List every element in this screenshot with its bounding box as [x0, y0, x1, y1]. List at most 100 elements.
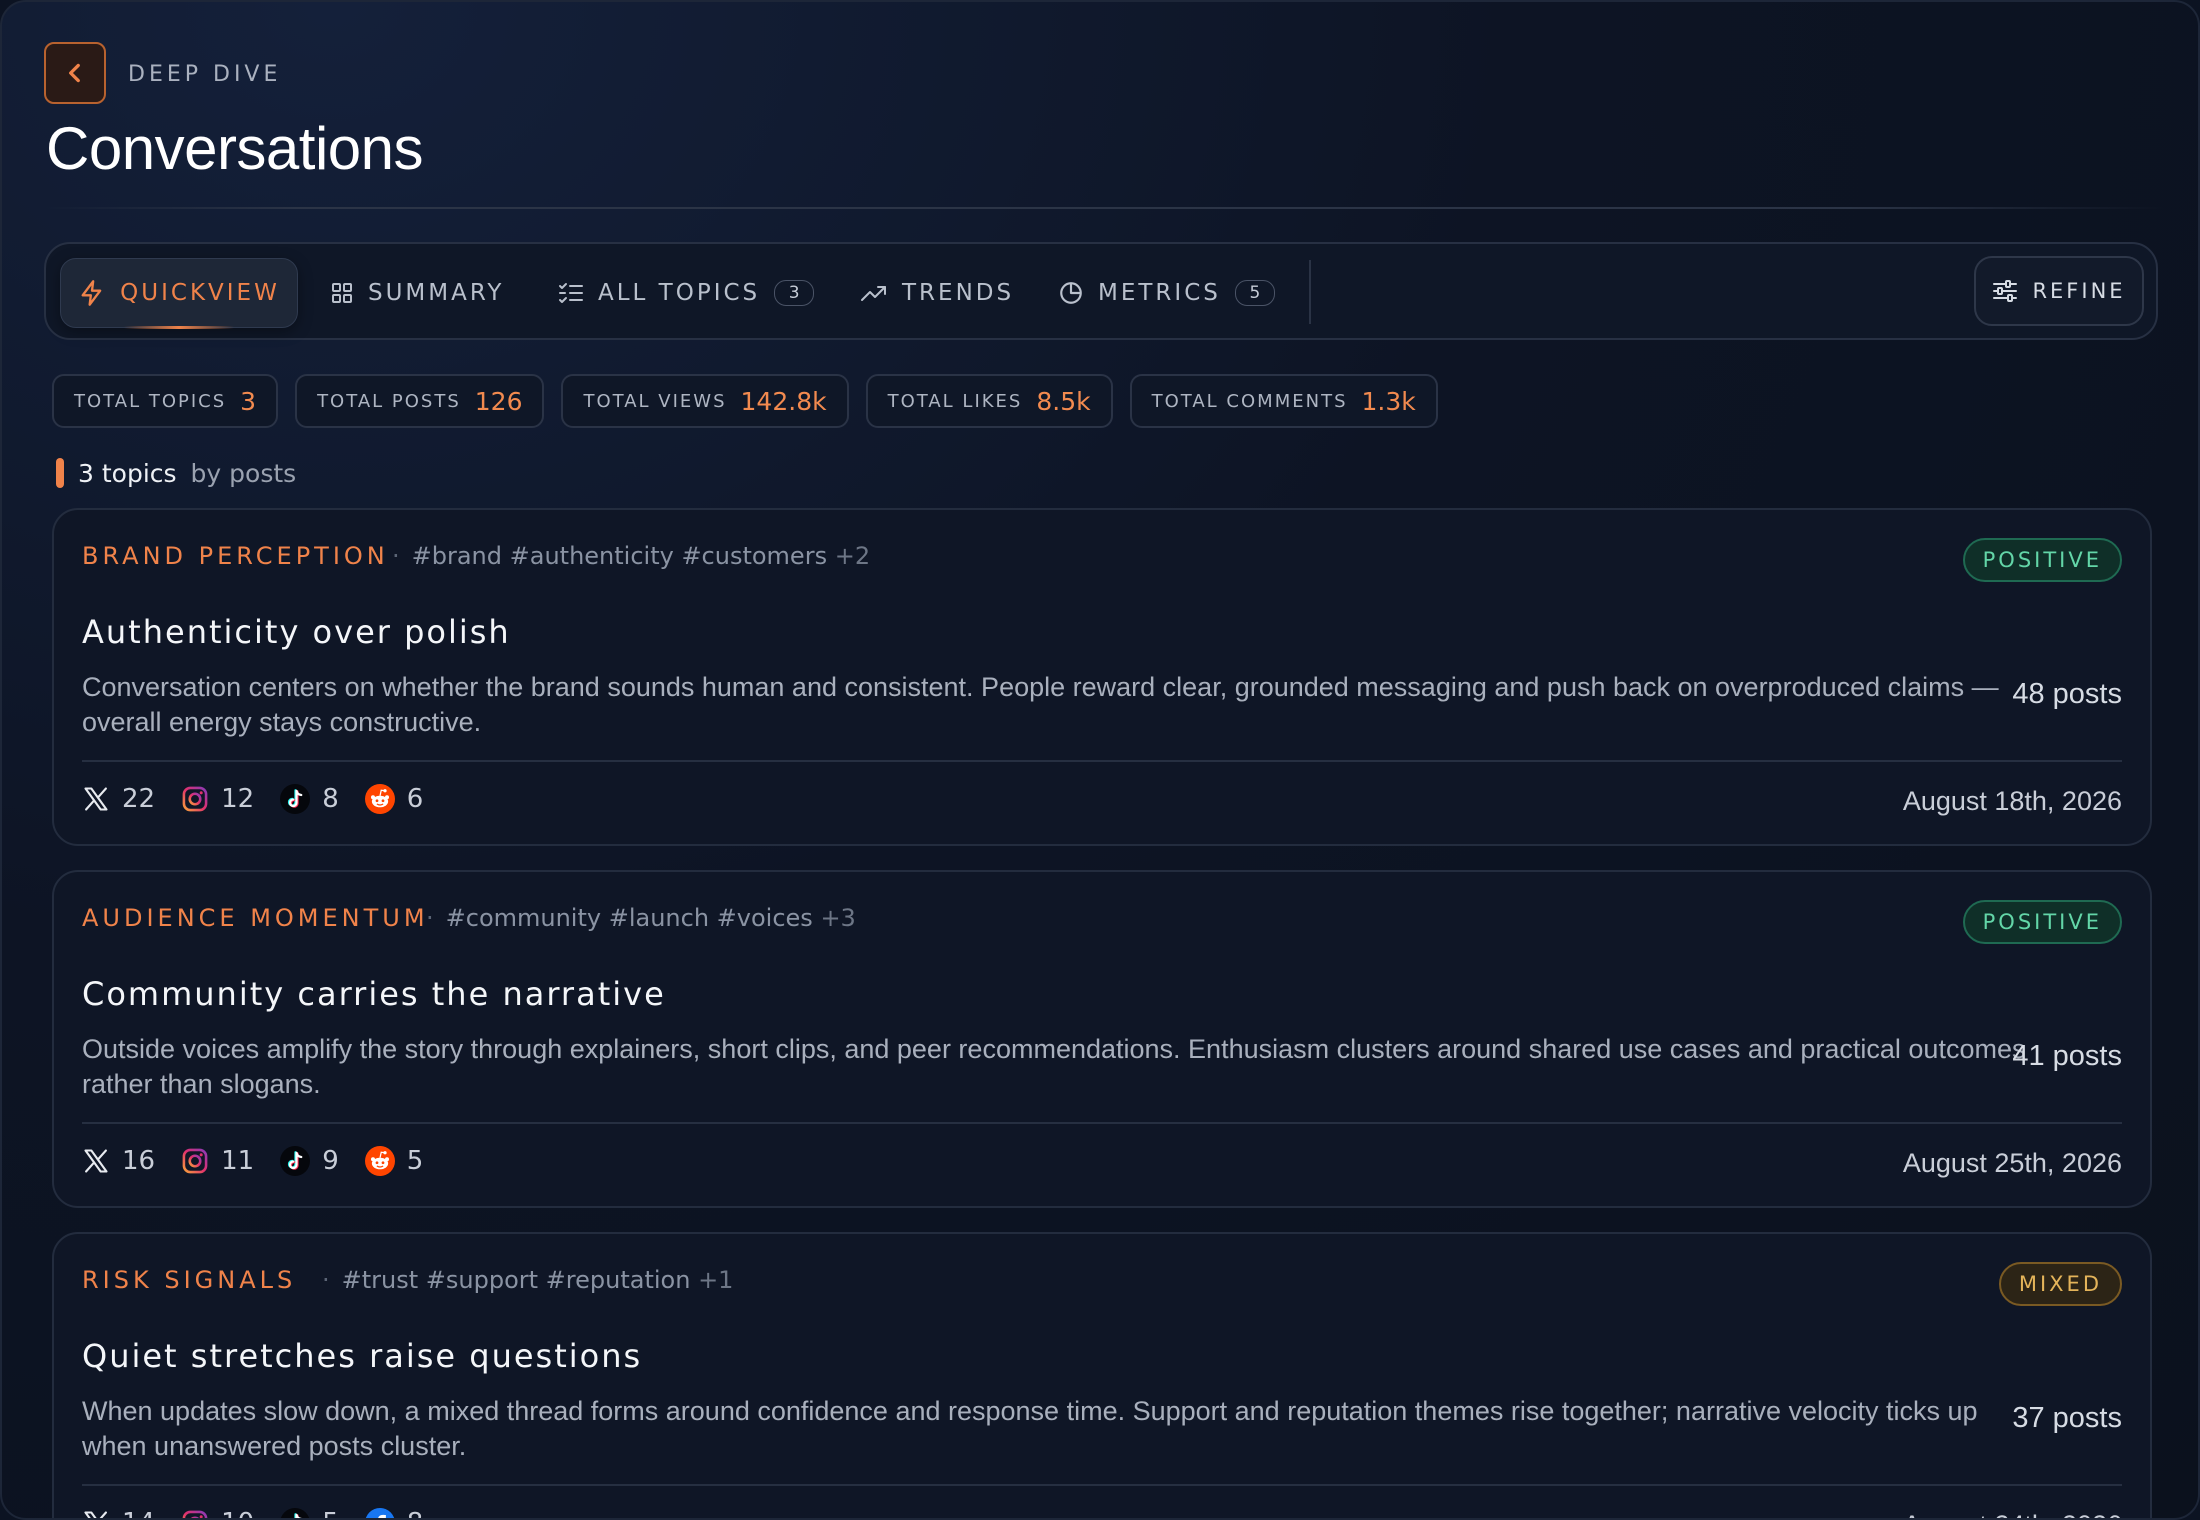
platform-count: 8 [407, 1508, 424, 1518]
platform-instagram: 12 [181, 784, 254, 814]
post-count: 48 posts [2012, 678, 2122, 710]
x-logo-icon [84, 1511, 107, 1518]
platform-count: 11 [221, 1146, 255, 1176]
page-title: Conversations [46, 115, 424, 182]
refine-button[interactable]: REFINE [1974, 256, 2144, 326]
sentiment-badge: POSITIVE [1962, 538, 2122, 582]
more-tags: +3 [820, 904, 856, 932]
topic-card[interactable]: AUDIENCE MOMENTUM · #community #launch #v… [52, 870, 2152, 1208]
platform-tiktok: 8 [280, 784, 339, 814]
post-count: 41 posts [2012, 1040, 2122, 1072]
topic-category: BRAND PERCEPTION [82, 542, 389, 570]
topic-tags: · #trust #support #reputation +1 [322, 1266, 734, 1294]
platform-count: 16 [122, 1146, 156, 1176]
eyebrow-label: DEEP DIVE [128, 62, 282, 87]
stat-total-views: TOTAL VIEWS 142.8k [561, 374, 849, 428]
bolt-icon [81, 280, 102, 306]
stat-total-topics: TOTAL TOPICS 3 [52, 374, 279, 428]
topics-count: 3 topics [78, 458, 177, 488]
topic-tags: · #brand #authenticity #customers +2 [392, 542, 871, 570]
platform-count: 9 [322, 1146, 339, 1176]
back-button[interactable] [44, 42, 106, 104]
instagram-icon [182, 1148, 208, 1174]
platform-count: 8 [322, 784, 339, 814]
reddit-icon [364, 784, 395, 814]
tab-trends[interactable]: TRENDS [860, 258, 1014, 328]
topic-date: August 24th, 2026 [1903, 1510, 2122, 1518]
tab-metrics[interactable]: METRICS 5 [1058, 258, 1275, 328]
stats-row: TOTAL TOPICS 3 TOTAL POSTS 126 TOTAL VIEWS… [52, 374, 1438, 428]
topic-description: Outside voices amplify the story through… [82, 1034, 2026, 1099]
platform-facebook: 8 [365, 1508, 424, 1518]
instagram-icon [182, 1510, 208, 1518]
chevron-left-icon [69, 63, 80, 83]
tag-list: #brand #authenticity #customers [411, 542, 828, 570]
topic-description: When updates slow down, a mixed thread f… [82, 1396, 1978, 1461]
stat-label: TOTAL TOPICS [74, 390, 227, 412]
card-divider [82, 1122, 2122, 1124]
sentiment-badge: POSITIVE [1962, 900, 2122, 944]
grid-icon [332, 283, 352, 303]
tab-summary[interactable]: SUMMARY [330, 258, 504, 328]
platform-reddit: 5 [364, 1146, 424, 1176]
topic-category: RISK SIGNALS [82, 1266, 297, 1294]
topic-title: Quiet stretches raise questions [82, 1337, 643, 1375]
sort-label[interactable]: by posts [191, 459, 297, 488]
card-divider [82, 1484, 2122, 1486]
stat-total-comments: TOTAL COMMENTS 1.3k [1129, 374, 1438, 428]
platform-count: 6 [406, 784, 424, 814]
platform-breakdown: 16 11 9 5 [82, 1146, 449, 1176]
platform-count: 5 [406, 1146, 424, 1176]
tiktok-icon [280, 1146, 311, 1176]
tab-quickview[interactable]: QUICKVIEW [60, 258, 298, 328]
x-logo-icon [84, 787, 108, 811]
tag-list: #trust #support #reputation [341, 1266, 691, 1294]
card-divider [82, 760, 2122, 762]
stat-value: 142.8k [740, 386, 827, 416]
topic-card[interactable]: BRAND PERCEPTION · #brand #authenticity #… [52, 508, 2152, 846]
stat-label: TOTAL VIEWS [583, 390, 727, 412]
stat-label: TOTAL COMMENTS [1151, 390, 1348, 412]
tab-label: TRENDS [902, 280, 1015, 306]
refine-label: REFINE [2032, 279, 2126, 303]
topic-description: Conversation centers on whether the bran… [82, 672, 1999, 737]
platform-count: 10 [221, 1508, 254, 1518]
platform-tiktok: 5 [280, 1508, 339, 1518]
x-logo-icon [84, 1149, 108, 1173]
topic-title: Authenticity over polish [82, 613, 511, 651]
app-window: DEEP DIVE Conversations QUICKVIEW SUMMAR… [0, 0, 2200, 1520]
tab-count-badge: 3 [774, 280, 815, 306]
platform-x: 14 [82, 1508, 155, 1518]
stat-value: 3 [240, 386, 257, 416]
platform-instagram: 11 [181, 1146, 254, 1176]
stat-value: 8.5k [1036, 386, 1091, 416]
stat-total-posts: TOTAL POSTS 126 [295, 374, 545, 428]
platform-x: 22 [82, 784, 155, 814]
platform-count: 22 [122, 784, 156, 814]
tab-all-topics[interactable]: ALL TOPICS 3 [558, 258, 815, 328]
title-divider [44, 207, 2164, 209]
platform-count: 5 [322, 1508, 339, 1518]
tab-label: ALL TOPICS [598, 280, 761, 306]
topic-date: August 18th, 2026 [1902, 786, 2122, 816]
topic-card[interactable]: RISK SIGNALS · #trust #support #reputatio… [52, 1232, 2152, 1518]
stat-label: TOTAL POSTS [317, 390, 461, 412]
tab-count-badge: 5 [1234, 280, 1275, 306]
stat-value: 1.3k [1361, 386, 1416, 416]
tab-divider [1309, 260, 1311, 324]
tab-label: SUMMARY [368, 280, 505, 306]
checklist-icon [559, 283, 583, 303]
topic-date: August 25th, 2026 [1902, 1148, 2122, 1178]
platform-count: 14 [122, 1508, 155, 1518]
platform-instagram: 10 [181, 1508, 254, 1518]
platform-reddit: 6 [364, 784, 424, 814]
topics-section-header: 3 topics by posts [56, 458, 296, 488]
tab-label: METRICS [1098, 280, 1221, 306]
reddit-icon [364, 1146, 395, 1176]
platform-breakdown: 14 10 5 8 [82, 1508, 449, 1518]
stat-value: 126 [474, 386, 523, 416]
instagram-icon [182, 786, 208, 812]
sentiment-badge: MIXED [1998, 1262, 2122, 1306]
topic-category: AUDIENCE MOMENTUM [82, 904, 429, 932]
tab-label: QUICKVIEW [120, 280, 280, 306]
